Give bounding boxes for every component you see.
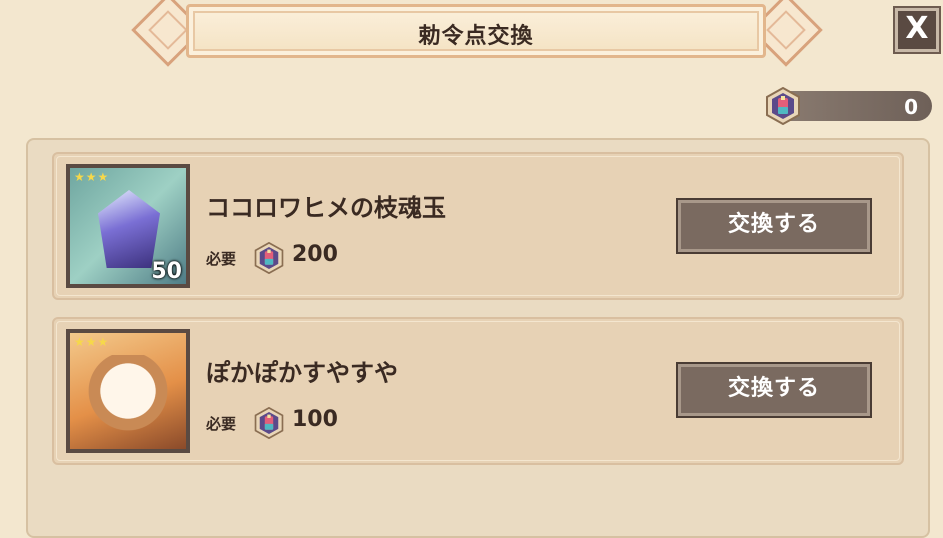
currency-display: 0 xyxy=(766,86,932,126)
rarity-stars: ★★★ xyxy=(74,335,110,349)
edict-token-icon xyxy=(764,86,802,129)
title-banner: 勅令点交換 xyxy=(186,4,766,58)
rarity-stars: ★★★ xyxy=(74,170,110,184)
page-title: 勅令点交換 xyxy=(418,24,534,49)
list-item: ★★★ 50 ココロワヒメの枝魂玉 必要 200 交換する xyxy=(52,152,904,300)
required-label: 必要 xyxy=(206,415,237,433)
close-button[interactable]: X xyxy=(895,8,939,52)
required-amount: 200 xyxy=(292,242,338,267)
creature-image xyxy=(80,355,176,435)
exchange-button[interactable]: 交換する xyxy=(676,362,872,418)
edict-token-icon xyxy=(253,241,285,278)
edict-token-icon xyxy=(253,406,285,443)
list-item: ★★★ ぽかぽかすやすや 必要 100 交換する xyxy=(52,317,904,465)
item-name: ぽかぽかすやすや xyxy=(206,359,398,387)
required-label: 必要 xyxy=(206,250,237,268)
item-name: ココロワヒメの枝魂玉 xyxy=(206,194,446,222)
item-thumbnail[interactable]: ★★★ xyxy=(66,329,190,453)
exchange-button[interactable]: 交換する xyxy=(676,198,872,254)
required-amount: 100 xyxy=(292,407,338,432)
item-thumbnail[interactable]: ★★★ 50 xyxy=(66,164,190,288)
soul-gem-image xyxy=(98,190,160,268)
currency-amount: 0 xyxy=(904,95,918,119)
item-quantity: 50 xyxy=(151,259,182,284)
